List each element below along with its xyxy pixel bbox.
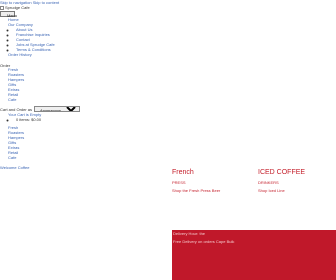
banner-title: Delivery Hour: the [173, 231, 206, 236]
cart-summary: Your Cart is Empty 0 items: $0.00 [0, 112, 41, 122]
shop-link-cafe[interactable]: Cafe [8, 155, 16, 160]
promo-card-title: French [172, 169, 194, 176]
promo-card-title: ICED COFFEE [258, 169, 306, 176]
company-submenu: About Us Franchise Inquiries Contact Job… [8, 27, 55, 52]
nav-item-history[interactable]: Order History [8, 52, 55, 57]
delivery-banner[interactable]: Delivery Hour: the Free Delivery on orde… [172, 230, 336, 280]
promo-card-iced-coffee[interactable]: ICED COFFEE DRINKERS Shop Iced Line [258, 169, 305, 193]
nav-link-history[interactable]: Order History [8, 52, 32, 57]
order-link-cafe[interactable]: Cafe [8, 97, 16, 102]
welcome-link-text[interactable]: Welcome Coffee [0, 165, 29, 170]
promo-card-link[interactable]: Shop Iced Line [258, 188, 305, 193]
banner-subtitle: Free Delivery on orders Cape Bulk [173, 239, 235, 244]
nav-item-company[interactable]: Our Company About Us Franchise Inquiries… [8, 22, 55, 52]
promo-card-link[interactable]: Shop the Fresh Press Beer [172, 188, 220, 193]
cart-items-count: 0 items: $0.00 [16, 117, 41, 122]
main-nav: Home Our Company About Us Franchise Inqu… [0, 17, 55, 57]
logo-alt-text: Sprudge Cafe [5, 5, 30, 10]
promo-card-french-press[interactable]: French PRESS Shop the Fresh Press Beer [172, 169, 220, 193]
shop-nav: Fresh Roasters Hampers Gifts Extras Reta… [0, 125, 24, 160]
welcome-link[interactable]: Welcome Coffee [0, 165, 29, 170]
promo-card-subtitle: DRINKERS [258, 180, 279, 185]
broken-image-icon [0, 5, 4, 10]
cart-order-label: Cart and Order as [0, 106, 33, 112]
promo-card-subtitle: PRESS [172, 180, 186, 185]
order-nav: Fresh Roasters Hampers Gifts Extras Reta… [0, 67, 24, 102]
site-logo[interactable]: Sprudge Cafe [0, 5, 30, 10]
